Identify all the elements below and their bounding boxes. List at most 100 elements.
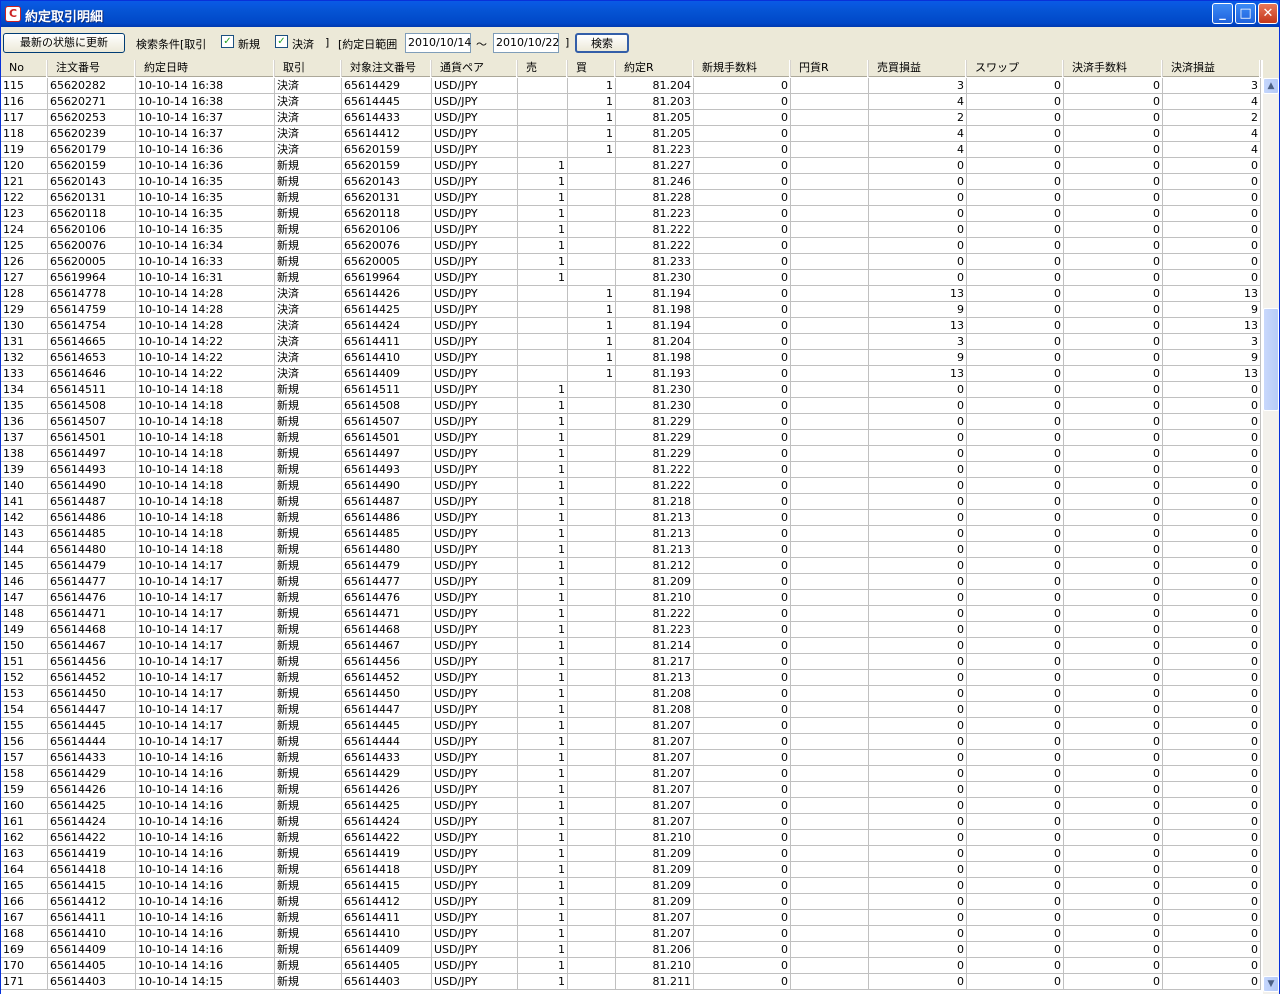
column-header-new-fee[interactable]: 新規手数料 [694, 60, 791, 77]
cell-target-order-no: 65614480 [342, 542, 432, 558]
table-row[interactable]: 135 65614508 10-10-14 14:18 新規 65614508 USD/J… [1, 398, 1261, 414]
date-from-field[interactable]: 2010/10/14 [405, 33, 471, 53]
table-row[interactable]: 157 65614433 10-10-14 14:16 新規 65614433 USD/J… [1, 750, 1261, 766]
table-row[interactable]: 147 65614476 10-10-14 14:17 新規 65614476 USD/J… [1, 590, 1261, 606]
app-icon[interactable]: C [5, 6, 21, 22]
table-row[interactable]: 163 65614419 10-10-14 14:16 新規 65614419 USD/J… [1, 846, 1261, 862]
column-header-settle-pl[interactable]: 決済損益 [1163, 60, 1261, 77]
table-row[interactable]: 143 65614485 10-10-14 14:18 新規 65614485 USD/J… [1, 526, 1261, 542]
table-row[interactable]: 131 65614665 10-10-14 14:22 決済 65614411 USD/J… [1, 334, 1261, 350]
table-row[interactable]: 151 65614456 10-10-14 14:17 新規 65614456 USD/J… [1, 654, 1261, 670]
table-row[interactable]: 122 65620131 10-10-14 16:35 新規 65620131 USD/J… [1, 190, 1261, 206]
table-row[interactable]: 123 65620118 10-10-14 16:35 新規 65620118 USD/J… [1, 206, 1261, 222]
cell-jpy-rate [791, 494, 869, 510]
cell-exec-rate: 81.207 [616, 814, 694, 830]
table-row[interactable]: 149 65614468 10-10-14 14:17 新規 65614468 USD/J… [1, 622, 1261, 638]
table-row[interactable]: 171 65614403 10-10-14 14:15 新規 65614403 USD/J… [1, 974, 1261, 990]
table-row[interactable]: 134 65614511 10-10-14 14:18 新規 65614511 USD/J… [1, 382, 1261, 398]
column-header-trade-pl[interactable]: 売買損益 [869, 60, 967, 77]
column-header-sell[interactable]: 売 [518, 60, 568, 77]
cell-trade-type: 新規 [275, 462, 342, 478]
table-row[interactable]: 142 65614486 10-10-14 14:18 新規 65614486 USD/J… [1, 510, 1261, 526]
new-checkbox[interactable]: ✓ [221, 35, 234, 48]
column-header-exec-rate[interactable]: 約定R [616, 60, 694, 77]
table-row[interactable]: 116 65620271 10-10-14 16:38 決済 65614445 USD/J… [1, 94, 1261, 110]
table-row[interactable]: 120 65620159 10-10-14 16:36 新規 65620159 USD/J… [1, 158, 1261, 174]
minimize-button[interactable]: _ [1212, 3, 1233, 24]
column-header-exec-time[interactable]: 約定日時 [136, 60, 275, 77]
close-button[interactable]: ✕ [1258, 3, 1278, 24]
search-button[interactable]: 検索 [575, 33, 629, 53]
settle-checkbox[interactable]: ✓ [275, 35, 288, 48]
cell-exec-time: 10-10-14 14:17 [136, 718, 275, 734]
table-row[interactable]: 166 65614412 10-10-14 14:16 新規 65614412 USD/J… [1, 894, 1261, 910]
table-row[interactable]: 168 65614410 10-10-14 14:16 新規 65614410 USD/J… [1, 926, 1261, 942]
scroll-thumb[interactable] [1263, 308, 1279, 411]
title-bar[interactable]: C 約定取引明細 _ □ ✕ [1, 1, 1279, 27]
cell-exec-time: 10-10-14 16:33 [136, 254, 275, 270]
cell-trade-pl: 0 [869, 622, 967, 638]
scroll-up-arrow-icon[interactable]: ▲ [1263, 78, 1279, 94]
maximize-button[interactable]: □ [1235, 3, 1256, 24]
table-row[interactable]: 132 65614653 10-10-14 14:22 決済 65614410 USD/J… [1, 350, 1261, 366]
settle-checkbox-label[interactable]: 決済 [292, 36, 314, 52]
table-row[interactable]: 154 65614447 10-10-14 14:17 新規 65614447 USD/J… [1, 702, 1261, 718]
table-row[interactable]: 125 65620076 10-10-14 16:34 新規 65620076 USD/J… [1, 238, 1261, 254]
column-header-trade-type[interactable]: 取引 [275, 60, 342, 77]
vertical-scrollbar[interactable]: ▲ ▼ [1263, 78, 1279, 994]
column-header-jpy-rate[interactable]: 円貨R [791, 60, 869, 77]
table-row[interactable]: 155 65614445 10-10-14 14:17 新規 65614445 USD/J… [1, 718, 1261, 734]
table-row[interactable]: 146 65614477 10-10-14 14:17 新規 65614477 USD/J… [1, 574, 1261, 590]
table-row[interactable]: 129 65614759 10-10-14 14:28 決済 65614425 USD/J… [1, 302, 1261, 318]
new-checkbox-label[interactable]: 新規 [238, 36, 260, 52]
table-row[interactable]: 145 65614479 10-10-14 14:17 新規 65614479 USD/J… [1, 558, 1261, 574]
table-row[interactable]: 115 65620282 10-10-14 16:38 決済 65614429 USD/J… [1, 78, 1261, 94]
table-row[interactable]: 124 65620106 10-10-14 16:35 新規 65620106 USD/J… [1, 222, 1261, 238]
table-row[interactable]: 117 65620253 10-10-14 16:37 決済 65614433 USD/J… [1, 110, 1261, 126]
table-row[interactable]: 150 65614467 10-10-14 14:17 新規 65614467 USD/J… [1, 638, 1261, 654]
column-header-settle-fee[interactable]: 決済手数料 [1064, 60, 1163, 77]
table-row[interactable]: 118 65620239 10-10-14 16:37 決済 65614412 USD/J… [1, 126, 1261, 142]
table-row[interactable]: 140 65614490 10-10-14 14:18 新規 65614490 USD/J… [1, 478, 1261, 494]
table-row[interactable]: 133 65614646 10-10-14 14:22 決済 65614409 USD/J… [1, 366, 1261, 382]
table-row[interactable]: 137 65614501 10-10-14 14:18 新規 65614501 USD/J… [1, 430, 1261, 446]
table-row[interactable]: 167 65614411 10-10-14 14:16 新規 65614411 USD/J… [1, 910, 1261, 926]
table-row[interactable]: 130 65614754 10-10-14 14:28 決済 65614424 USD/J… [1, 318, 1261, 334]
table-row[interactable]: 126 65620005 10-10-14 16:33 新規 65620005 USD/J… [1, 254, 1261, 270]
table-row[interactable]: 170 65614405 10-10-14 14:16 新規 65614405 USD/J… [1, 958, 1261, 974]
column-header-target-order-no[interactable]: 対象注文番号 [342, 60, 432, 77]
cell-jpy-rate [791, 286, 869, 302]
table-row[interactable]: 148 65614471 10-10-14 14:17 新規 65614471 USD/J… [1, 606, 1261, 622]
table-row[interactable]: 162 65614422 10-10-14 14:16 新規 65614422 USD/J… [1, 830, 1261, 846]
table-row[interactable]: 136 65614507 10-10-14 14:18 新規 65614507 USD/J… [1, 414, 1261, 430]
column-header-order-no[interactable]: 注文番号 [48, 60, 136, 77]
table-row[interactable]: 141 65614487 10-10-14 14:18 新規 65614487 USD/J… [1, 494, 1261, 510]
column-header-swap[interactable]: スワップ [967, 60, 1064, 77]
trade-grid[interactable]: No 注文番号 約定日時 取引 対象注文番号 通貨ペア売買約定R 新規手数料 円貨R 売買損益ス… [1, 60, 1263, 994]
table-row[interactable]: 169 65614409 10-10-14 14:16 新規 65614409 USD/J… [1, 942, 1261, 958]
date-to-field[interactable]: 2010/10/22 [493, 33, 559, 53]
table-row[interactable]: 152 65614452 10-10-14 14:17 新規 65614452 USD/J… [1, 670, 1261, 686]
column-header-no[interactable]: No [1, 60, 48, 77]
table-row[interactable]: 160 65614425 10-10-14 14:16 新規 65614425 USD/J… [1, 798, 1261, 814]
table-row[interactable]: 156 65614444 10-10-14 14:17 新規 65614444 USD/J… [1, 734, 1261, 750]
refresh-button[interactable]: 最新の状態に更新 [3, 33, 125, 53]
cell-buy [568, 254, 616, 270]
table-row[interactable]: 159 65614426 10-10-14 14:16 新規 65614426 USD/J… [1, 782, 1261, 798]
table-row[interactable]: 161 65614424 10-10-14 14:16 新規 65614424 USD/J… [1, 814, 1261, 830]
table-row[interactable]: 153 65614450 10-10-14 14:17 新規 65614450 USD/J… [1, 686, 1261, 702]
table-row[interactable]: 138 65614497 10-10-14 14:18 新規 65614497 USD/J… [1, 446, 1261, 462]
table-row[interactable]: 158 65614429 10-10-14 14:16 新規 65614429 USD/J… [1, 766, 1261, 782]
table-row[interactable]: 128 65614778 10-10-14 14:28 決済 65614426 USD/J… [1, 286, 1261, 302]
table-row[interactable]: 121 65620143 10-10-14 16:35 新規 65620143 USD/J… [1, 174, 1261, 190]
table-row[interactable]: 119 65620179 10-10-14 16:36 決済 65620159 USD/J… [1, 142, 1261, 158]
cell-currency-pair: USD/JPY [432, 110, 518, 126]
table-row[interactable]: 144 65614480 10-10-14 14:18 新規 65614480 USD/J… [1, 542, 1261, 558]
table-row[interactable]: 139 65614493 10-10-14 14:18 新規 65614493 USD/J… [1, 462, 1261, 478]
scroll-down-arrow-icon[interactable]: ▼ [1263, 976, 1279, 992]
column-header-currency-pair[interactable]: 通貨ペア [432, 60, 518, 77]
table-row[interactable]: 165 65614415 10-10-14 14:16 新規 65614415 USD/J… [1, 878, 1261, 894]
table-row[interactable]: 127 65619964 10-10-14 16:31 新規 65619964 USD/J… [1, 270, 1261, 286]
column-header-buy[interactable]: 買 [568, 60, 616, 77]
table-row[interactable]: 164 65614418 10-10-14 14:16 新規 65614418 USD/J… [1, 862, 1261, 878]
